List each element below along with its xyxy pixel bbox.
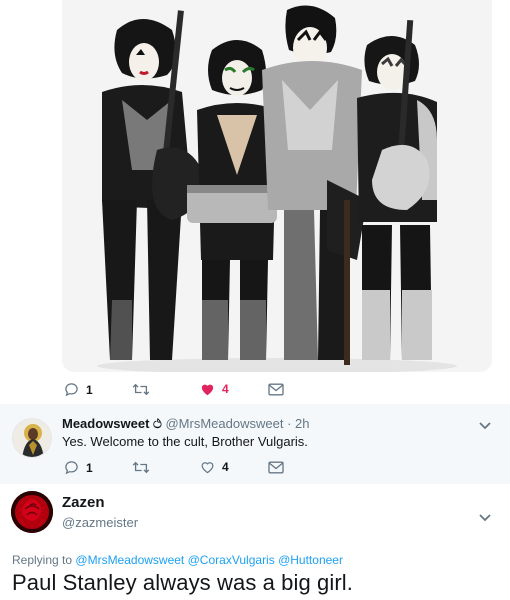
reply-header: Meadowsweet ථ @MrsMeadowsweet · 2h	[62, 416, 310, 432]
user-name[interactable]: Zazen	[62, 494, 105, 511]
rose-avatar	[11, 491, 53, 533]
reply-icon	[65, 461, 78, 475]
retweet-action[interactable]	[132, 460, 157, 475]
icon-painting-avatar	[13, 419, 51, 457]
user-name[interactable]: Meadowsweet	[62, 416, 149, 431]
name-symbol: ථ	[153, 416, 162, 431]
mention-link[interactable]: @CoraxVulgaris	[188, 553, 275, 567]
reply-tweet[interactable]: Meadowsweet ථ @MrsMeadowsweet · 2h Yes. …	[0, 404, 510, 484]
heart-icon	[201, 462, 214, 474]
like-action[interactable]: 4	[200, 460, 229, 474]
tweet-text: Yes. Welcome to the cult, Brother Vulgar…	[62, 434, 308, 449]
replying-prefix: Replying to	[12, 553, 73, 567]
separator: ·	[287, 416, 292, 431]
chevron-down-icon[interactable]	[478, 510, 492, 522]
mention-link[interactable]: @MrsMeadowsweet	[75, 553, 184, 567]
user-handle[interactable]: @zazmeister	[62, 515, 138, 530]
avatar[interactable]	[12, 418, 52, 458]
replying-to: Replying to @MrsMeadowsweet @CoraxVulgar…	[12, 553, 343, 567]
envelope-icon	[268, 461, 284, 474]
tweet-photo[interactable]	[62, 0, 492, 372]
mention-link[interactable]: @Huttoneer	[278, 553, 343, 567]
heart-filled-icon	[201, 384, 214, 396]
reply-count: 1	[86, 460, 93, 475]
retweet-icon	[132, 383, 150, 396]
chevron-down-icon[interactable]	[478, 418, 492, 430]
like-count: 4	[222, 460, 229, 474]
user-handle[interactable]: @MrsMeadowsweet	[165, 416, 283, 431]
reply-icon	[65, 383, 78, 397]
main-tweet: Zazen @zazmeister Replying to @MrsMeadow…	[0, 484, 510, 600]
avatar[interactable]	[11, 491, 53, 533]
tweet-text: Paul Stanley always was a big girl.	[12, 570, 353, 595]
reply-count: 1	[86, 382, 93, 397]
timestamp[interactable]: 2h	[295, 416, 309, 431]
envelope-icon	[268, 383, 284, 396]
direct-message-action[interactable]	[268, 383, 284, 396]
retweet-icon	[132, 461, 150, 474]
reply-action[interactable]: 1	[64, 382, 93, 397]
photo-tweet: 1 4	[0, 0, 510, 404]
band-photo-illustration	[97, 5, 457, 372]
like-count: 4	[222, 382, 229, 396]
reply-action[interactable]: 1	[64, 460, 93, 475]
direct-message-action[interactable]	[268, 461, 284, 474]
retweet-action[interactable]	[132, 382, 157, 397]
like-action[interactable]: 4	[200, 382, 229, 396]
